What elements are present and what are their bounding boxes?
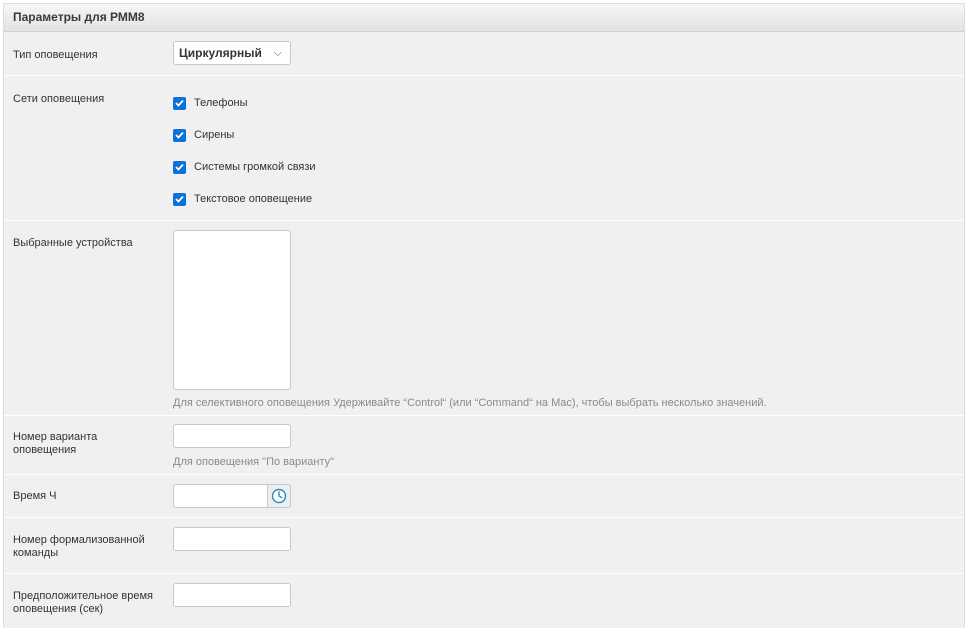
row-variant-number: Номер варианта оповещения Для оповещения… <box>4 416 964 475</box>
row-notification-type: Тип оповещения Циркулярный ⌵ <box>4 32 964 76</box>
chevron-down-icon: ⌵ <box>273 47 282 59</box>
checkbox-checked-icon[interactable] <box>173 96 186 110</box>
network-item-label: Текстовое оповещение <box>194 193 313 205</box>
networks-label: Сети оповещения <box>13 93 105 105</box>
network-item-label: Системы громкой связи <box>194 161 316 173</box>
checkbox-checked-icon[interactable] <box>173 160 186 174</box>
networks-checklist: Телефоны Сирены Системы громкой связи Те… <box>173 87 316 215</box>
formal-command-input[interactable] <box>173 527 291 551</box>
row-selected-devices: Выбранные устройства Для селективного оп… <box>4 221 964 416</box>
network-item-pa-systems[interactable]: Системы громкой связи <box>173 151 316 183</box>
checkbox-checked-icon[interactable] <box>173 192 186 206</box>
time-h-input[interactable] <box>173 484 267 508</box>
variant-number-label: Номер варианта оповещения <box>13 431 98 456</box>
devices-help-text: Для селективного оповещения Удерживайте … <box>173 397 767 409</box>
network-item-phones[interactable]: Телефоны <box>173 87 316 119</box>
rmm8-params-module: Параметры для РММ8 Тип оповещения Циркул… <box>3 3 965 628</box>
time-picker-button[interactable] <box>267 484 291 508</box>
checkbox-checked-icon[interactable] <box>173 128 186 142</box>
network-item-label: Телефоны <box>194 97 248 109</box>
formal-command-label: Номер формализованной команды <box>13 534 145 559</box>
row-estimated-time: Предположительное время оповещения (сек) <box>4 574 964 628</box>
row-time-h: Время Ч <box>4 475 964 518</box>
variant-number-help-text: Для оповещения "По варианту" <box>173 456 335 468</box>
network-item-label: Сирены <box>194 129 235 141</box>
notification-type-value: Циркулярный <box>179 46 262 60</box>
notification-type-select[interactable]: Циркулярный ⌵ <box>173 41 291 65</box>
module-title: Параметры для РММ8 <box>4 4 964 32</box>
network-item-sirens[interactable]: Сирены <box>173 119 316 151</box>
notification-type-label: Тип оповещения <box>13 49 98 61</box>
time-h-label: Время Ч <box>13 490 57 502</box>
estimated-time-input[interactable] <box>173 583 291 607</box>
row-formal-command: Номер формализованной команды <box>4 518 964 574</box>
devices-label: Выбранные устройства <box>13 237 133 249</box>
variant-number-input[interactable] <box>173 424 291 448</box>
clock-icon <box>271 488 287 504</box>
estimated-time-label: Предположительное время оповещения (сек) <box>13 590 153 615</box>
row-networks: Сети оповещения Телефоны Сирены Системы … <box>4 76 964 221</box>
network-item-text[interactable]: Текстовое оповещение <box>173 183 316 215</box>
devices-multiselect[interactable] <box>173 230 291 390</box>
